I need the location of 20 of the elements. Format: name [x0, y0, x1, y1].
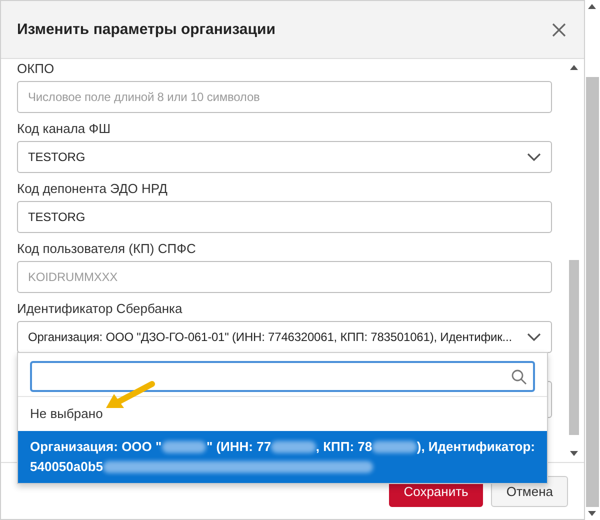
dropdown-option[interactable]: Организация: ООО " " (ИНН: 77 , КПП: 78 ), Идентификатор: 540050a0b5	[18, 431, 547, 483]
search-icon	[511, 368, 527, 384]
dialog-title: Изменить параметры организации	[17, 21, 276, 38]
scroll-down-icon[interactable]	[570, 451, 578, 456]
dropdown-option[interactable]: Не выбрано	[18, 396, 547, 431]
chevron-down-icon	[527, 152, 541, 162]
scroll-up-icon[interactable]	[570, 65, 578, 70]
field-label: Код пользователя (КП) СПФС	[17, 240, 197, 258]
field-label: Код канала ФШ	[17, 120, 112, 138]
close-button[interactable]	[550, 20, 568, 38]
search-field[interactable]	[30, 361, 535, 392]
field-label: ОКПО	[17, 60, 56, 78]
arrow-icon	[104, 380, 156, 410]
select-field[interactable]: TESTORG	[17, 141, 552, 173]
chevron-down-icon	[527, 332, 541, 342]
input-field[interactable]: TESTORG	[17, 201, 552, 233]
scroll-down-icon[interactable]	[588, 511, 596, 516]
field-label: Код депонента ЭДО НРД	[17, 180, 168, 198]
scroll-up-icon[interactable]	[588, 4, 596, 9]
field-label: Идентификатор Сбербанка	[17, 300, 184, 318]
